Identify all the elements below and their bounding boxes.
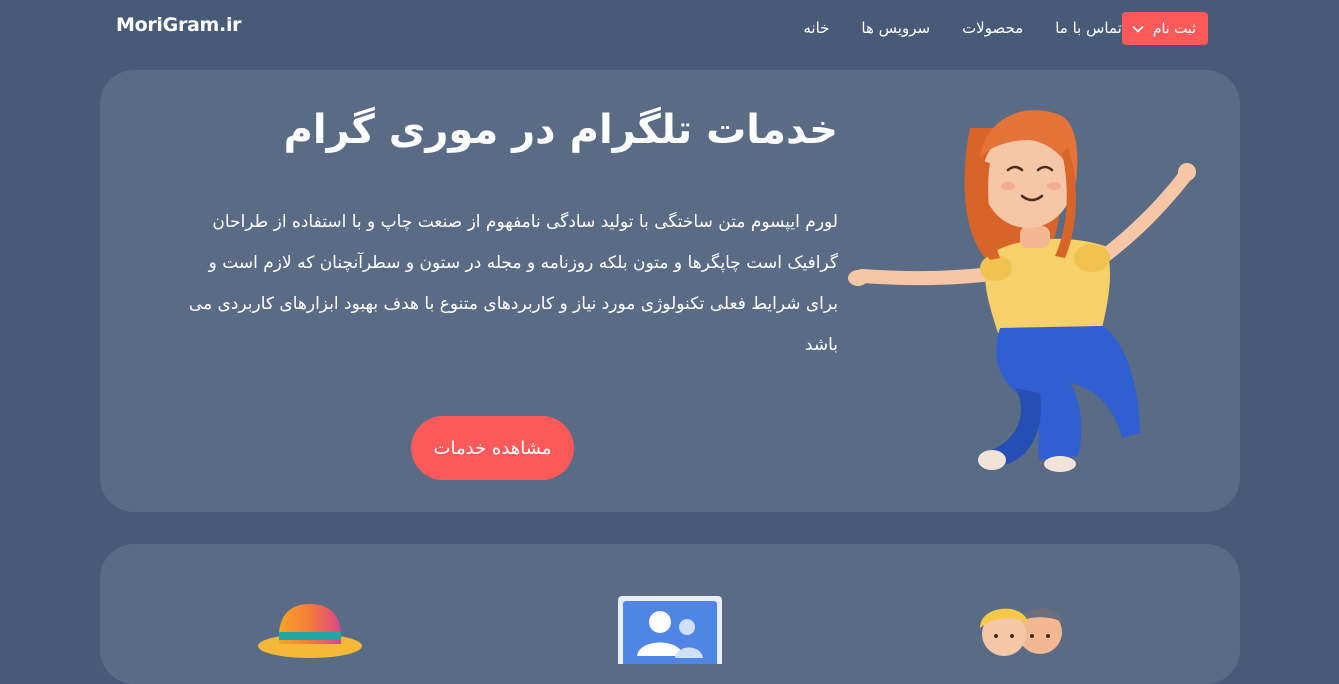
- jumping-girl-illustration: [848, 110, 1196, 472]
- hero-description: لورم ایپسوم متن ساختگی با تولید سادگی نا…: [188, 212, 838, 355]
- hero-text-block: خدمات تلگرام در موری گرام لورم ایپسوم مت…: [158, 100, 838, 366]
- nav-link-services[interactable]: سرویس ها: [861, 12, 930, 45]
- brand-logo[interactable]: MoriGram.ir: [116, 14, 242, 36]
- nav-link-home[interactable]: خانه: [803, 12, 829, 45]
- register-label: ثبت نام: [1152, 20, 1196, 37]
- hero-title: خدمات تلگرام در موری گرام: [283, 107, 838, 153]
- friends-icon: [980, 608, 1063, 656]
- top-navbar: MoriGram.ir خانه سرویس ها محصولات تماس ب…: [0, 0, 1339, 56]
- chevron-down-icon: [1132, 23, 1144, 35]
- services-card: [100, 544, 1240, 684]
- hat-icon: [258, 604, 362, 658]
- register-dropdown-button[interactable]: ثبت نام: [1121, 12, 1208, 45]
- hero-card: خدمات تلگرام در موری گرام لورم ایپسوم مت…: [100, 70, 1240, 512]
- contacts-icon: [618, 596, 722, 664]
- nav-link-contact[interactable]: تماس با ما: [1055, 12, 1122, 45]
- main-nav: خانه سرویس ها محصولات تماس با ما ثبت نام: [803, 12, 1208, 45]
- nav-link-products[interactable]: محصولات: [962, 12, 1023, 45]
- view-services-button[interactable]: مشاهده خدمات: [411, 416, 574, 480]
